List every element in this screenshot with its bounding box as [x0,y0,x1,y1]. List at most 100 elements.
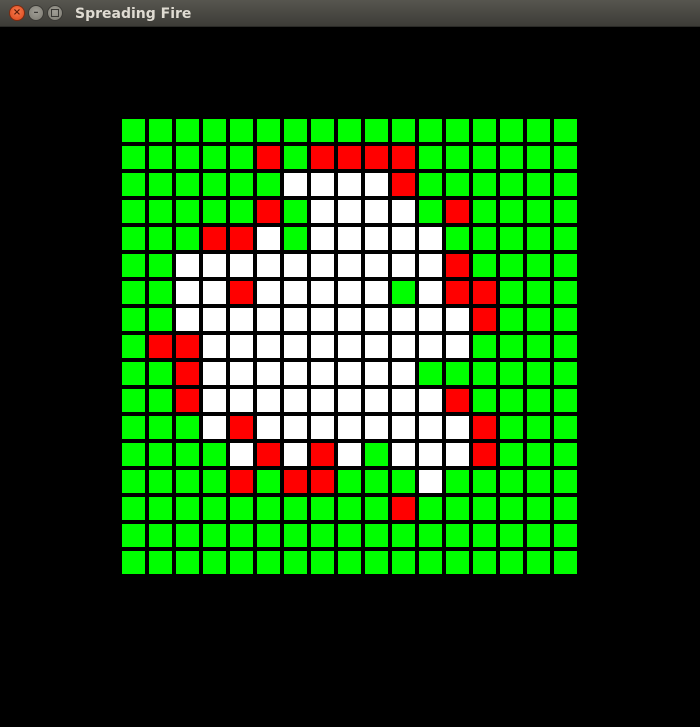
cell-empty [230,308,253,331]
cell-tree [311,524,334,547]
maximize-icon [51,9,59,17]
cell-tree [554,551,577,574]
cell-tree [149,227,172,250]
cell-tree [122,416,145,439]
simulation-canvas [0,27,700,727]
cell-tree [122,173,145,196]
cell-tree [230,551,253,574]
cell-tree [122,551,145,574]
close-button[interactable]: × [9,5,25,21]
cell-empty [338,308,361,331]
cell-empty [203,389,226,412]
cell-tree [554,335,577,358]
cell-tree [500,389,523,412]
cell-tree [176,524,199,547]
cell-tree [122,254,145,277]
cell-tree [203,173,226,196]
cell-empty [311,227,334,250]
cell-tree [473,173,496,196]
cell-tree [527,416,550,439]
cell-tree [284,200,307,223]
cell-tree [473,551,496,574]
minimize-button[interactable]: – [28,5,44,21]
cell-burning [473,443,496,466]
cell-empty [203,362,226,385]
cell-tree [554,146,577,169]
cell-tree [500,119,523,142]
cell-tree [527,200,550,223]
maximize-button[interactable] [47,5,63,21]
title-bar[interactable]: × – Spreading Fire [0,0,700,27]
cell-tree [500,200,523,223]
cell-empty [257,335,280,358]
cell-tree [554,443,577,466]
cell-tree [392,119,415,142]
cell-tree [122,362,145,385]
cell-tree [122,308,145,331]
cell-tree [365,470,388,493]
cell-empty [230,335,253,358]
cell-burning [149,335,172,358]
forest-grid [122,119,577,574]
cell-empty [419,443,442,466]
cell-tree [500,227,523,250]
cell-tree [149,119,172,142]
cell-tree [419,362,442,385]
cell-tree [527,281,550,304]
cell-tree [176,200,199,223]
cell-tree [284,524,307,547]
cell-empty [446,308,469,331]
cell-tree [176,146,199,169]
cell-empty [311,200,334,223]
cell-burning [392,497,415,520]
cell-tree [257,551,280,574]
cell-tree [446,362,469,385]
cell-tree [473,119,496,142]
cell-tree [203,470,226,493]
cell-burning [176,335,199,358]
cell-tree [527,308,550,331]
cell-empty [284,173,307,196]
cell-empty [311,389,334,412]
cell-tree [230,146,253,169]
cell-tree [122,227,145,250]
cell-empty [203,281,226,304]
cell-tree [149,470,172,493]
cell-empty [392,443,415,466]
cell-empty [338,281,361,304]
cell-tree [473,497,496,520]
cell-empty [230,362,253,385]
cell-tree [527,551,550,574]
cell-tree [176,470,199,493]
cell-empty [203,308,226,331]
cell-tree [419,200,442,223]
cell-empty [338,443,361,466]
cell-empty [311,416,334,439]
cell-burning [230,227,253,250]
cell-tree [257,497,280,520]
cell-burning [176,389,199,412]
cell-tree [527,470,550,493]
cell-empty [392,227,415,250]
window-title: Spreading Fire [75,6,192,22]
cell-burning [473,281,496,304]
cell-tree [338,524,361,547]
cell-empty [365,173,388,196]
cell-tree [203,200,226,223]
cell-tree [122,119,145,142]
cell-tree [122,497,145,520]
cell-empty [338,200,361,223]
cell-tree [473,227,496,250]
cell-tree [149,524,172,547]
cell-tree [176,497,199,520]
cell-tree [365,524,388,547]
cell-burning [311,443,334,466]
cell-empty [365,416,388,439]
cell-tree [311,497,334,520]
cell-empty [419,227,442,250]
cell-empty [365,281,388,304]
cell-tree [500,335,523,358]
cell-tree [311,119,334,142]
cell-tree [527,173,550,196]
cell-empty [257,227,280,250]
